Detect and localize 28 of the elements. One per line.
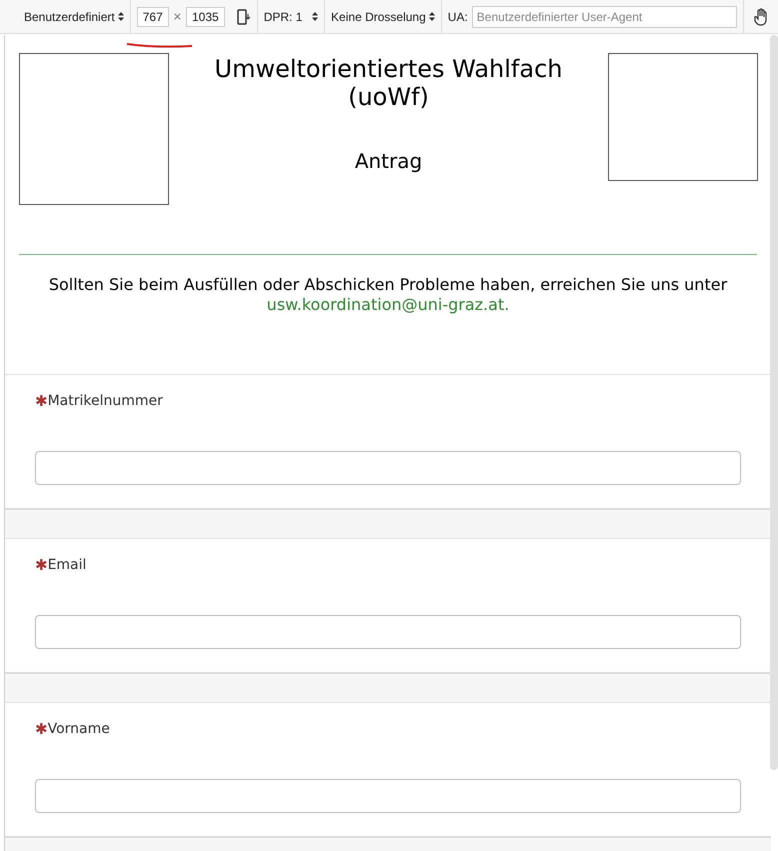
scrollbar[interactable]: [770, 35, 778, 770]
dpr-select[interactable]: DPR: 1: [258, 0, 326, 34]
email-link[interactable]: usw.koordination@uni-graz.at.: [266, 295, 510, 314]
field-label: Email: [48, 557, 86, 573]
rotate-icon[interactable]: [236, 8, 251, 24]
height-field[interactable]: 1035: [186, 6, 225, 26]
input-field[interactable]: [35, 451, 741, 485]
page-subtitle: Antrag: [354, 149, 422, 173]
input-field[interactable]: [35, 615, 741, 649]
page-title: Umweltorientiertes Wahlfach (uoWf): [214, 55, 564, 111]
input-field[interactable]: [35, 779, 741, 813]
required-mark: ✱: [35, 720, 48, 738]
updown-arrows-icon: [428, 12, 435, 21]
user-agent-field[interactable]: Benutzerdefinierter User-Agent: [472, 6, 737, 28]
updown-arrows-icon: [118, 12, 124, 21]
underline-mark: [125, 40, 195, 50]
field-label: Matrikelnummer: [48, 393, 163, 409]
throttling-select[interactable]: Keine Drosselung: [325, 0, 442, 34]
required-mark: ✱: [35, 392, 48, 410]
contact-notice: Sollten Sie beim Ausfüllen oder Abschicken Probleme haben, erreichen Sie uns unter usw.koordination@uni-graz.at.: [48, 274, 728, 315]
device-select[interactable]: Benutzerdefiniert: [0, 0, 131, 34]
updown-arrows-icon: [312, 12, 318, 21]
times-sign: ×: [172, 10, 182, 23]
field-label: Vorname: [48, 721, 110, 737]
ua-label: UA:: [448, 10, 468, 24]
touch-icon[interactable]: [754, 8, 768, 26]
required-mark: ✱: [35, 556, 48, 574]
width-field[interactable]: 767: [136, 6, 169, 26]
